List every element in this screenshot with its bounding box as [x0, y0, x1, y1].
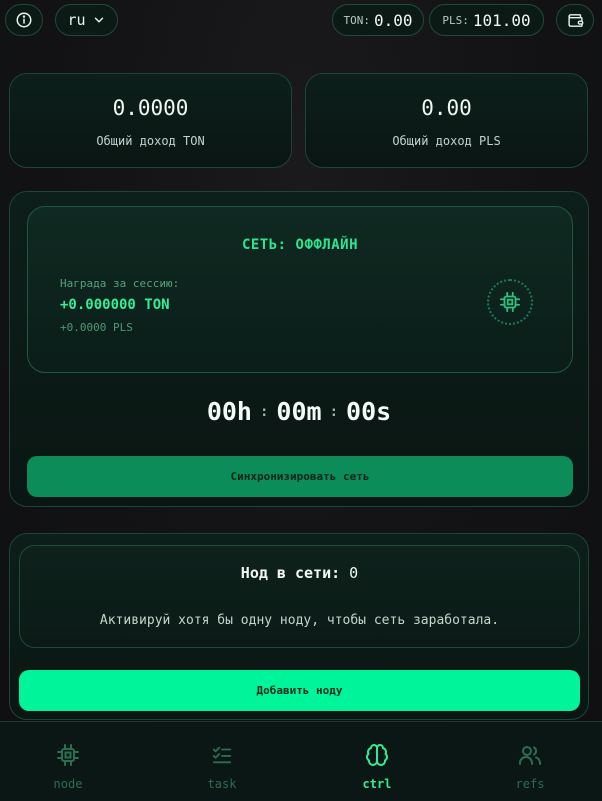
nav-label-ctrl: ctrl — [362, 777, 392, 791]
total-income-pls-card: 0.00 Общий доход PLS — [305, 73, 588, 168]
network-status-panel: СЕТЬ: ОФФЛАЙН Награда за сессию: +0.0000… — [27, 206, 573, 373]
top-bar: ru TON: 0.00 PLS: 101.00 — [0, 0, 602, 42]
timer-separator: : — [259, 404, 269, 420]
chip-status-indicator — [487, 279, 533, 325]
users-icon — [519, 746, 541, 765]
session-reward-label: Награда за сессию: — [60, 277, 180, 290]
chip-icon — [499, 291, 521, 313]
nav-label-node: node — [53, 777, 83, 791]
network-card: СЕТЬ: ОФФЛАЙН Награда за сессию: +0.0000… — [9, 191, 589, 507]
nodes-card: Нод в сети: 0 Активируй хотя бы одну нод… — [9, 533, 589, 720]
bottom-nav: node task ctrl refs — [0, 721, 602, 801]
total-income-ton-label: Общий доход TON — [96, 134, 205, 148]
nav-tab-ctrl[interactable]: ctrl — [302, 722, 452, 801]
nav-tab-refs[interactable]: refs — [455, 722, 602, 801]
add-node-button[interactable]: Добавить ноду — [19, 670, 580, 711]
sync-network-button[interactable]: Синхронизировать сеть — [27, 456, 573, 497]
nodes-hint: Активируй хотя бы одну ноду, чтобы сеть … — [99, 613, 500, 628]
timer-separator: : — [329, 404, 339, 420]
nodes-online-count: 0 — [349, 564, 359, 582]
info-button[interactable] — [5, 4, 43, 36]
ton-balance-value: 0.00 — [373, 10, 413, 30]
ton-balance-label: TON: — [343, 13, 370, 27]
total-income-ton-card: 0.0000 Общий доход TON — [9, 73, 292, 168]
nav-label-refs: refs — [515, 777, 545, 791]
total-income-pls-label: Общий доход PLS — [392, 134, 501, 148]
timer-hours: 00h — [206, 397, 252, 426]
nav-tab-node[interactable]: node — [0, 722, 143, 801]
network-status: СЕТЬ: ОФФЛАЙН — [241, 237, 359, 253]
language-selector[interactable]: ru — [55, 4, 118, 36]
pls-balance-value: 101.00 — [472, 10, 531, 30]
session-reward-pls: +0.0000 PLS — [60, 321, 133, 334]
language-value: ru — [67, 11, 86, 29]
pls-balance: PLS: 101.00 — [429, 4, 544, 36]
wallet-icon — [567, 13, 583, 27]
nav-tab-task[interactable]: task — [147, 722, 297, 801]
session-timer: 00h:00m:00s — [10, 397, 588, 426]
ton-balance: TON: 0.00 — [332, 4, 424, 36]
session-reward-ton: +0.000000 TON — [60, 297, 170, 313]
chevron-down-icon — [94, 17, 103, 23]
checklist-icon — [212, 746, 232, 764]
timer-seconds: 00s — [346, 397, 392, 426]
nodes-online-title: Нод в сети: 0 — [20, 564, 579, 582]
info-icon — [16, 12, 32, 28]
brain-icon — [366, 744, 388, 766]
nodes-online-label: Нод в сети: — [240, 564, 341, 582]
pls-balance-label: PLS: — [442, 13, 469, 27]
nodes-info-panel: Нод в сети: 0 Активируй хотя бы одну нод… — [19, 545, 580, 648]
total-income-ton-value: 0.0000 — [112, 96, 189, 120]
chip-icon — [57, 744, 79, 766]
timer-minutes: 00m — [276, 397, 322, 426]
nav-label-task: task — [207, 777, 237, 791]
wallet-button[interactable] — [556, 4, 594, 36]
total-income-pls-value: 0.00 — [421, 96, 472, 120]
